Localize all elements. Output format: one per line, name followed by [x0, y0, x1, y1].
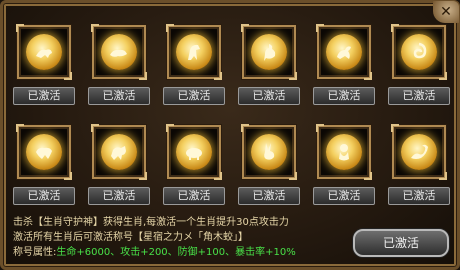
zodiac-frame [166, 124, 222, 180]
activated-button[interactable]: 已激活 [388, 187, 450, 205]
snake-icon [401, 34, 437, 70]
zodiac-slot-3[interactable]: 已激活 [161, 24, 227, 105]
dragon-icon [401, 134, 437, 170]
zodiac-slot-2[interactable]: 已激活 [86, 24, 152, 105]
title-attributes: 称号属性:生命+6000、攻击+200、防御+100、暴击率+10% [13, 245, 343, 260]
monkey-icon [326, 134, 362, 170]
zodiac-frame [391, 24, 447, 80]
zodiac-panel: ✕ 已激活 已激活 已激活 已激活 已激活 已激活 已激活 已激活 已激活 已激… [0, 0, 460, 270]
rat-icon [101, 34, 137, 70]
activated-button[interactable]: 已激活 [238, 87, 300, 105]
zodiac-slot-10[interactable]: 已激活 [236, 124, 302, 205]
zodiac-slot-11[interactable]: 已激活 [311, 124, 377, 205]
activated-button[interactable]: 已激活 [88, 87, 150, 105]
zodiac-frame [316, 24, 372, 80]
activated-button[interactable]: 已激活 [313, 87, 375, 105]
zodiac-frame [16, 124, 72, 180]
title-attributes-label: 称号属性: [13, 247, 57, 258]
activated-button[interactable]: 已激活 [163, 187, 225, 205]
rabbit-icon [251, 134, 287, 170]
zodiac-slot-7[interactable]: 已激活 [11, 124, 77, 205]
activated-button[interactable]: 已激活 [13, 87, 75, 105]
pig-icon [176, 134, 212, 170]
zodiac-frame [241, 124, 297, 180]
zodiac-slot-1[interactable]: 已激活 [11, 24, 77, 105]
activated-button[interactable]: 已激活 [163, 87, 225, 105]
zodiac-slot-8[interactable]: 已激活 [86, 124, 152, 205]
zodiac-slot-6[interactable]: 已激活 [386, 24, 452, 105]
zodiac-frame [391, 124, 447, 180]
zodiac-frame [16, 24, 72, 80]
rooster-icon [251, 34, 287, 70]
activated-button[interactable]: 已激活 [313, 187, 375, 205]
zodiac-frame [316, 124, 372, 180]
activated-button[interactable]: 已激活 [88, 187, 150, 205]
title-attributes-values: 生命+6000、攻击+200、防御+100、暴击率+10% [56, 247, 296, 258]
activated-button[interactable]: 已激活 [13, 187, 75, 205]
zodiac-frame [241, 24, 297, 80]
activate-title-button[interactable]: 已激活 [353, 229, 449, 257]
zodiac-frame [166, 24, 222, 80]
zodiac-slot-5[interactable]: 已激活 [311, 24, 377, 105]
zodiac-slot-9[interactable]: 已激活 [161, 124, 227, 205]
description-panel: 击杀【生肖守护神】获得生肖,每激活一个生肖提升30点攻击力 激活所有生肖后可激活… [13, 215, 343, 260]
tiger-icon [26, 34, 62, 70]
zodiac-slot-12[interactable]: 已激活 [386, 124, 452, 205]
zodiac-slot-4[interactable]: 已激活 [236, 24, 302, 105]
activated-button[interactable]: 已激活 [388, 87, 450, 105]
description-line-2: 激活所有生肖后可激活称号【星宿之力メ「角木蛟」】 [13, 232, 248, 243]
description-line-1: 击杀【生肖守护神】获得生肖,每激活一个生肖提升30点攻击力 [13, 217, 289, 228]
horse-icon [176, 34, 212, 70]
dog-icon [101, 134, 137, 170]
ox-icon [26, 134, 62, 170]
activated-button[interactable]: 已激活 [238, 187, 300, 205]
zodiac-frame [91, 124, 147, 180]
close-icon[interactable]: ✕ [433, 1, 459, 23]
zodiac-frame [91, 24, 147, 80]
goat-icon [326, 34, 362, 70]
